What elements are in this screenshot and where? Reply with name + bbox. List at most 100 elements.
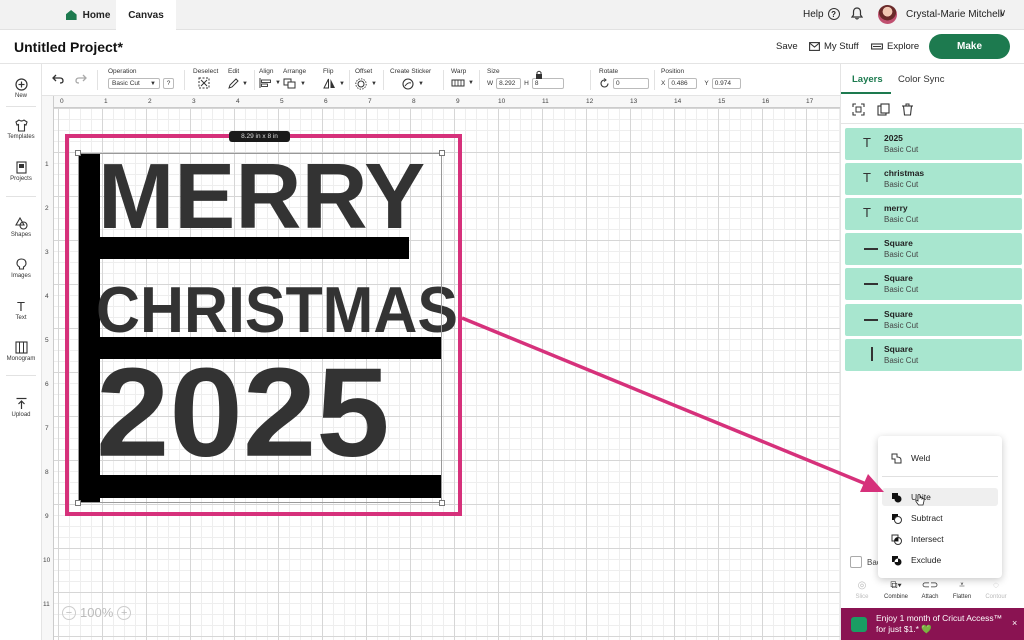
toolbar-divider [349, 70, 350, 90]
operation-select[interactable]: Basic Cut ▼ [108, 78, 160, 89]
resize-handle[interactable] [75, 150, 81, 156]
tab-canvas[interactable]: Canvas [116, 0, 176, 31]
lock-icon[interactable] [535, 70, 543, 80]
rotate-input[interactable]: 0 [613, 78, 649, 89]
resize-handle[interactable] [75, 500, 81, 506]
sidebar-label: Monogram [6, 356, 36, 362]
sidebar-item-upload[interactable]: Upload [0, 397, 42, 418]
group-icon[interactable] [852, 103, 865, 116]
blank-canvas-checkbox[interactable] [850, 556, 862, 568]
layer-name: Square [884, 273, 913, 283]
chevron-down-icon: ▼ [150, 80, 156, 87]
position-x-input[interactable]: 0.486 [668, 78, 698, 89]
align-group[interactable]: Align ▼ [259, 68, 281, 88]
sidebar-label: New [14, 93, 27, 99]
menu-item-unite[interactable]: Unite [882, 488, 998, 506]
position-y-input[interactable]: 0.974 [711, 78, 741, 89]
promo-text: Enjoy 1 month of Cricut Access™ for just… [876, 613, 1003, 634]
resize-handle[interactable] [439, 500, 445, 506]
edit-toolbar: Operation Basic Cut ▼ ? Deselect Edit ▼ A… [42, 64, 840, 96]
deselect-group[interactable]: Deselect [193, 68, 218, 89]
size-group: Size W 8.292 H 8 [487, 68, 564, 89]
bell-icon[interactable] [851, 7, 863, 20]
redo-icon[interactable] [75, 74, 87, 84]
zoom-out-button[interactable]: − [62, 605, 76, 620]
explore-button[interactable]: Explore [871, 41, 919, 52]
text-icon: T [863, 135, 871, 150]
user-name[interactable]: Crystal-Marie Mitchell [906, 9, 1002, 20]
flip-group[interactable]: Flip ▼ [323, 68, 345, 89]
arrange-group[interactable]: Arrange ▼ [283, 68, 306, 89]
menu-item-intersect[interactable]: Intersect [878, 530, 1002, 548]
hand-cursor-icon [915, 494, 925, 506]
flatten-button[interactable]: ⩡ Flatten [945, 580, 979, 600]
make-button[interactable]: Make [929, 34, 1010, 59]
avatar[interactable] [878, 5, 897, 24]
layer-item[interactable]: T merry Basic Cut [845, 198, 1022, 230]
layer-item[interactable]: Square Basic Cut [845, 339, 1022, 371]
promo-banner[interactable]: Enjoy 1 month of Cricut Access™ for just… [841, 608, 1024, 640]
horizontal-line-icon [864, 319, 878, 321]
flatten-label: Flatten [952, 594, 972, 600]
promo-text-wrap: Enjoy 1 month of Cricut Access™ for just… [876, 613, 1011, 635]
tab-home[interactable]: Home [58, 0, 118, 30]
sidebar-item-new[interactable]: New [0, 78, 42, 99]
layer-item[interactable]: Square Basic Cut [845, 233, 1022, 265]
save-button[interactable]: Save [776, 41, 798, 52]
size-width-input[interactable]: 8.292 [496, 78, 522, 89]
chevron-down-icon[interactable]: ∨ [999, 8, 1006, 19]
sidebar-label: Projects [10, 176, 32, 182]
chevron-down-icon: ▼ [468, 80, 474, 86]
layer-name: christmas [884, 168, 925, 178]
plus-circle-icon [14, 78, 28, 91]
edit-label: Edit [228, 68, 240, 75]
sidebar-item-text[interactable]: T Text [0, 299, 42, 321]
project-title[interactable]: Untitled Project* [14, 39, 123, 55]
menu-item-exclude[interactable]: Exclude [878, 551, 1002, 569]
layer-item[interactable]: T christmas Basic Cut [845, 163, 1022, 195]
layer-operation: Basic Cut [884, 321, 919, 330]
trash-icon[interactable] [901, 103, 914, 116]
contour-button[interactable]: ◌ Contour [979, 580, 1013, 600]
text-icon: T [863, 205, 871, 220]
rotate-icon [600, 78, 609, 88]
offset-group[interactable]: Offset ▼ [355, 68, 377, 90]
undo-icon[interactable] [52, 74, 64, 84]
ruler-number: 4 [236, 98, 240, 105]
edit-group[interactable]: Edit ▼ [228, 68, 248, 89]
combine-button[interactable]: ⧉▾ Combine [879, 580, 913, 600]
close-icon[interactable]: × [1012, 618, 1017, 628]
tab-layers[interactable]: Layers [852, 74, 883, 85]
sidebar-item-monogram[interactable]: Monogram [0, 341, 42, 362]
pos-y-label: Y [704, 80, 709, 87]
menu-item-subtract[interactable]: Subtract [878, 509, 1002, 527]
ruler-number: 12 [586, 98, 594, 105]
layer-item[interactable]: Square Basic Cut [845, 304, 1022, 336]
sidebar-item-templates[interactable]: Templates [0, 119, 42, 140]
layer-item[interactable]: T 2025 Basic Cut [845, 128, 1022, 160]
slice-button[interactable]: ◎ Slice [845, 580, 879, 600]
layer-item[interactable]: Square Basic Cut [845, 268, 1022, 300]
menu-item-weld[interactable]: Weld [878, 449, 1002, 467]
top-nav: Home Canvas Help ? Crystal-Marie Mitchel… [0, 0, 1024, 31]
ruler-number: 14 [674, 98, 682, 105]
sidebar-item-projects[interactable]: Projects [0, 161, 42, 182]
attach-button[interactable]: ⊂⊃ Attach [913, 580, 947, 600]
resize-handle[interactable] [439, 150, 445, 156]
duplicate-icon[interactable] [877, 103, 890, 116]
sidebar-item-shapes[interactable]: Shapes [0, 217, 42, 238]
create-sticker-group[interactable]: Create Sticker ▼ [390, 68, 431, 90]
tab-color-sync[interactable]: Color Sync [898, 74, 944, 85]
warp-group[interactable]: Warp ▼ [451, 68, 474, 88]
sidebar-divider [6, 106, 36, 107]
help-icon: ? [827, 8, 840, 20]
help-button[interactable]: Help ? [803, 8, 840, 20]
my-stuff-button[interactable]: My Stuff [809, 41, 859, 52]
combine-menu: Weld Unite Subtract Intersect Exclude [878, 436, 1002, 578]
ruler-number: 10 [498, 98, 506, 105]
zoom-in-button[interactable]: + [117, 605, 132, 620]
ruler-number: 3 [45, 249, 49, 256]
operation-help-button[interactable]: ? [163, 78, 174, 89]
sidebar-item-images[interactable]: Images [0, 258, 42, 279]
sidebar-label: Upload [11, 412, 31, 418]
